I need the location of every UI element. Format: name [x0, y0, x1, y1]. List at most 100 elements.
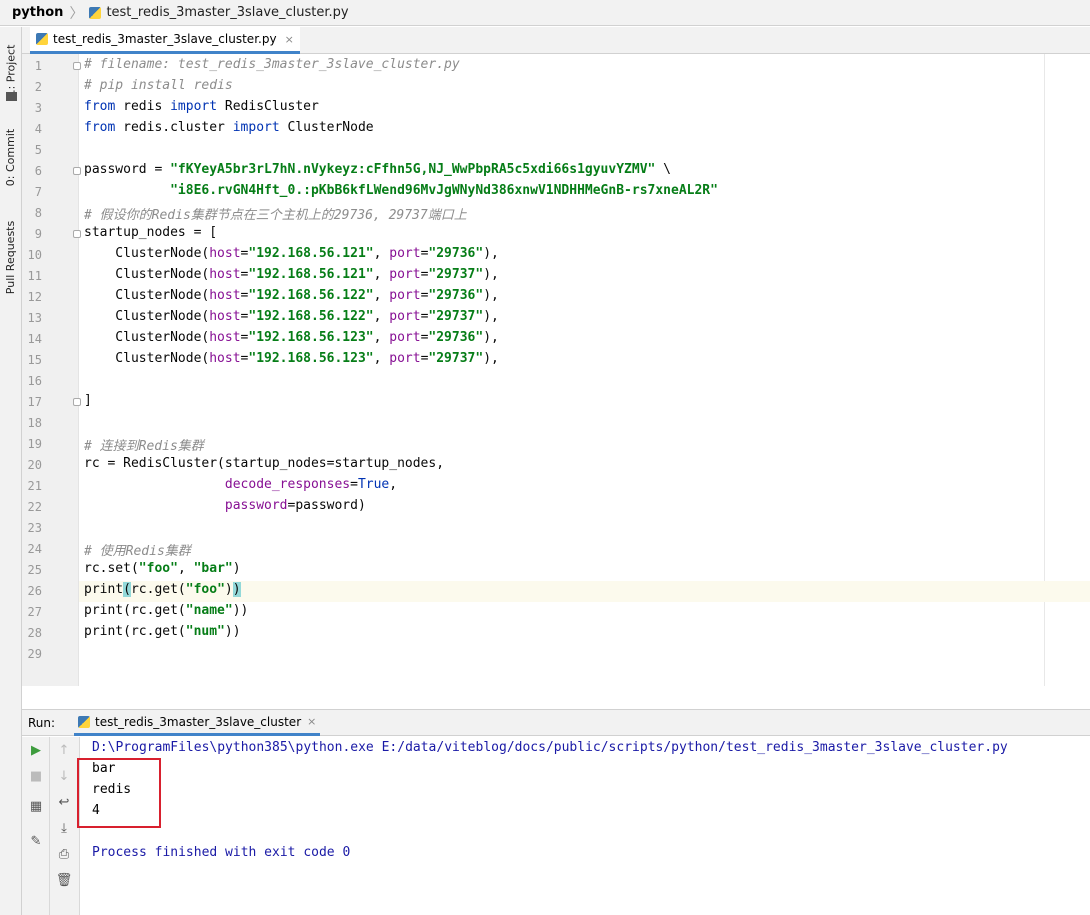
code-line: ClusterNode(host="192.168.56.121", port=…: [84, 267, 499, 282]
line-number: 6: [34, 164, 42, 178]
folder-icon: [6, 92, 17, 101]
line-number: 19: [27, 437, 42, 451]
up-arrow-icon[interactable]: ↑: [50, 743, 78, 758]
line-number: 13: [27, 311, 42, 325]
code-editor[interactable]: 1 # filename: test_redis_3master_3slave_c…: [22, 54, 1090, 686]
line-number: 3: [34, 101, 42, 115]
breadcrumb-separator: 〉: [69, 5, 84, 22]
code-line: print(rc.get("name")): [84, 603, 249, 618]
console-exit-message: Process finished with exit code 0: [92, 845, 351, 860]
print-icon[interactable]: ⎙: [50, 847, 78, 862]
line-number: 27: [27, 605, 42, 619]
line-number: 5: [34, 143, 42, 157]
python-run-icon: [78, 715, 90, 728]
code-line: rc.set("foo", "bar"): [84, 561, 241, 576]
fold-toggle-icon[interactable]: [73, 230, 81, 238]
line-number: 26: [27, 584, 42, 598]
code-line: print(rc.get("num")): [84, 624, 241, 639]
run-label: Run:: [28, 715, 56, 730]
code-line: ClusterNode(host="192.168.56.123", port=…: [84, 351, 499, 366]
code-line: decode_responses=True,: [224, 477, 398, 492]
console-output-line: redis: [92, 782, 132, 797]
scroll-to-end-icon[interactable]: ⤓: [50, 821, 78, 836]
line-number: 1: [34, 59, 42, 73]
highlight-box: [77, 758, 161, 828]
fold-toggle-icon[interactable]: [73, 62, 81, 70]
run-toolbar-secondary: ↑ ↓ ↩ ⤓ ⎙ 🗑: [50, 737, 80, 915]
code-line: # filename: test_redis_3master_3slave_cl…: [84, 57, 460, 72]
line-number: 21: [27, 479, 42, 493]
close-icon[interactable]: ×: [307, 715, 316, 728]
fold-toggle-icon[interactable]: [73, 167, 81, 175]
pull-requests-tool-tab-label: Pull Requests: [4, 220, 18, 294]
run-config-tab[interactable]: test_redis_3master_3slave_cluster ×: [74, 710, 321, 736]
code-line: # 假设你的Redis集群节点在三个主机上的29736, 29737端口上: [84, 208, 467, 223]
python-file-icon: [89, 6, 102, 19]
editor-tab-label: test_redis_3master_3slave_cluster.py: [53, 32, 277, 46]
rerun-icon[interactable]: ▶: [22, 743, 50, 758]
line-number: 22: [27, 500, 42, 514]
code-line: rc = RedisCluster(startup_nodes=startup_…: [84, 456, 445, 471]
line-number: 8: [34, 206, 42, 220]
line-number: 29: [27, 647, 42, 661]
line-number: 24: [27, 542, 42, 556]
code-line: # 连接到Redis集群: [84, 439, 204, 454]
line-number: 15: [27, 353, 42, 367]
code-line: password = "fKYeyA5br3rL7hN.nVykeyz:cFfh…: [84, 162, 672, 177]
run-panel-header: Run: test_redis_3master_3slave_cluster ×: [22, 709, 1090, 736]
code-line: from redis.cluster import ClusterNode: [84, 120, 374, 135]
breadcrumb-file-label: test_redis_3master_3slave_cluster.py: [106, 5, 349, 20]
python-file-icon: [36, 33, 48, 45]
console-command-line: D:\ProgramFiles\python385\python.exe E:/…: [92, 740, 1008, 755]
breadcrumb-file[interactable]: test_redis_3master_3slave_cluster.py: [89, 5, 349, 20]
fold-toggle-icon[interactable]: [73, 398, 81, 406]
code-line: ClusterNode(host="192.168.56.123", port=…: [84, 330, 499, 345]
editor-tab-bar: test_redis_3master_3slave_cluster.py ×: [22, 27, 1090, 54]
code-line: print(rc.get("foo")): [84, 582, 241, 597]
left-tool-strip: 1: Project 0: Commit Pull Requests: [0, 27, 22, 915]
console-output[interactable]: D:\ProgramFiles\python385\python.exe E:/…: [92, 737, 1008, 863]
line-number: 16: [27, 374, 42, 388]
commit-tool-tab[interactable]: 0: Commit: [0, 122, 22, 192]
line-number: 4: [34, 122, 42, 136]
line-number: 25: [27, 563, 42, 577]
trash-icon[interactable]: 🗑: [50, 873, 78, 888]
code-line: password=password): [224, 498, 366, 513]
line-number: 12: [27, 290, 42, 304]
code-line: ClusterNode(host="192.168.56.121", port=…: [84, 246, 499, 261]
line-number: 11: [27, 269, 42, 283]
line-number: 17: [27, 395, 42, 409]
run-toolbar-primary: ▶ ■ ▦ ✎: [22, 737, 50, 915]
console-output-line: 4: [92, 803, 100, 818]
code-line: ClusterNode(host="192.168.56.122", port=…: [84, 309, 499, 324]
line-number: 10: [27, 248, 42, 262]
stop-icon[interactable]: ■: [22, 769, 50, 784]
line-number: 28: [27, 626, 42, 640]
code-line: ]: [84, 393, 92, 408]
line-number: 9: [34, 227, 42, 241]
pin-icon[interactable]: ✎: [22, 834, 50, 849]
navigation-bar: python 〉 test_redis_3master_3slave_clust…: [0, 0, 1090, 26]
code-line: startup_nodes = [: [84, 225, 218, 240]
line-number: 2: [34, 80, 42, 94]
soft-wrap-icon[interactable]: ↩: [50, 795, 78, 810]
code-line: ClusterNode(host="192.168.56.122", port=…: [84, 288, 499, 303]
close-icon[interactable]: ×: [285, 33, 294, 46]
line-number: 23: [27, 521, 42, 535]
code-line: # 使用Redis集群: [84, 544, 191, 559]
line-number: 14: [27, 332, 42, 346]
line-number: 18: [27, 416, 42, 430]
pull-requests-tool-tab[interactable]: Pull Requests: [0, 212, 22, 302]
line-number: 20: [27, 458, 42, 472]
run-config-tab-label: test_redis_3master_3slave_cluster: [95, 714, 302, 729]
line-number: 7: [34, 185, 42, 199]
code-line: from redis import RedisCluster: [84, 99, 319, 114]
commit-tool-tab-label: 0: Commit: [4, 128, 18, 186]
code-line: "i8E6.rvGN4Hft_0.:pKbB6kfLWend96MvJgWNyN…: [170, 183, 718, 198]
code-line: # pip install redis: [84, 78, 233, 93]
breadcrumb-project[interactable]: python: [12, 5, 63, 20]
down-arrow-icon[interactable]: ↓: [50, 769, 78, 784]
editor-tab-active[interactable]: test_redis_3master_3slave_cluster.py ×: [30, 27, 300, 54]
layout-icon[interactable]: ▦: [22, 799, 50, 814]
